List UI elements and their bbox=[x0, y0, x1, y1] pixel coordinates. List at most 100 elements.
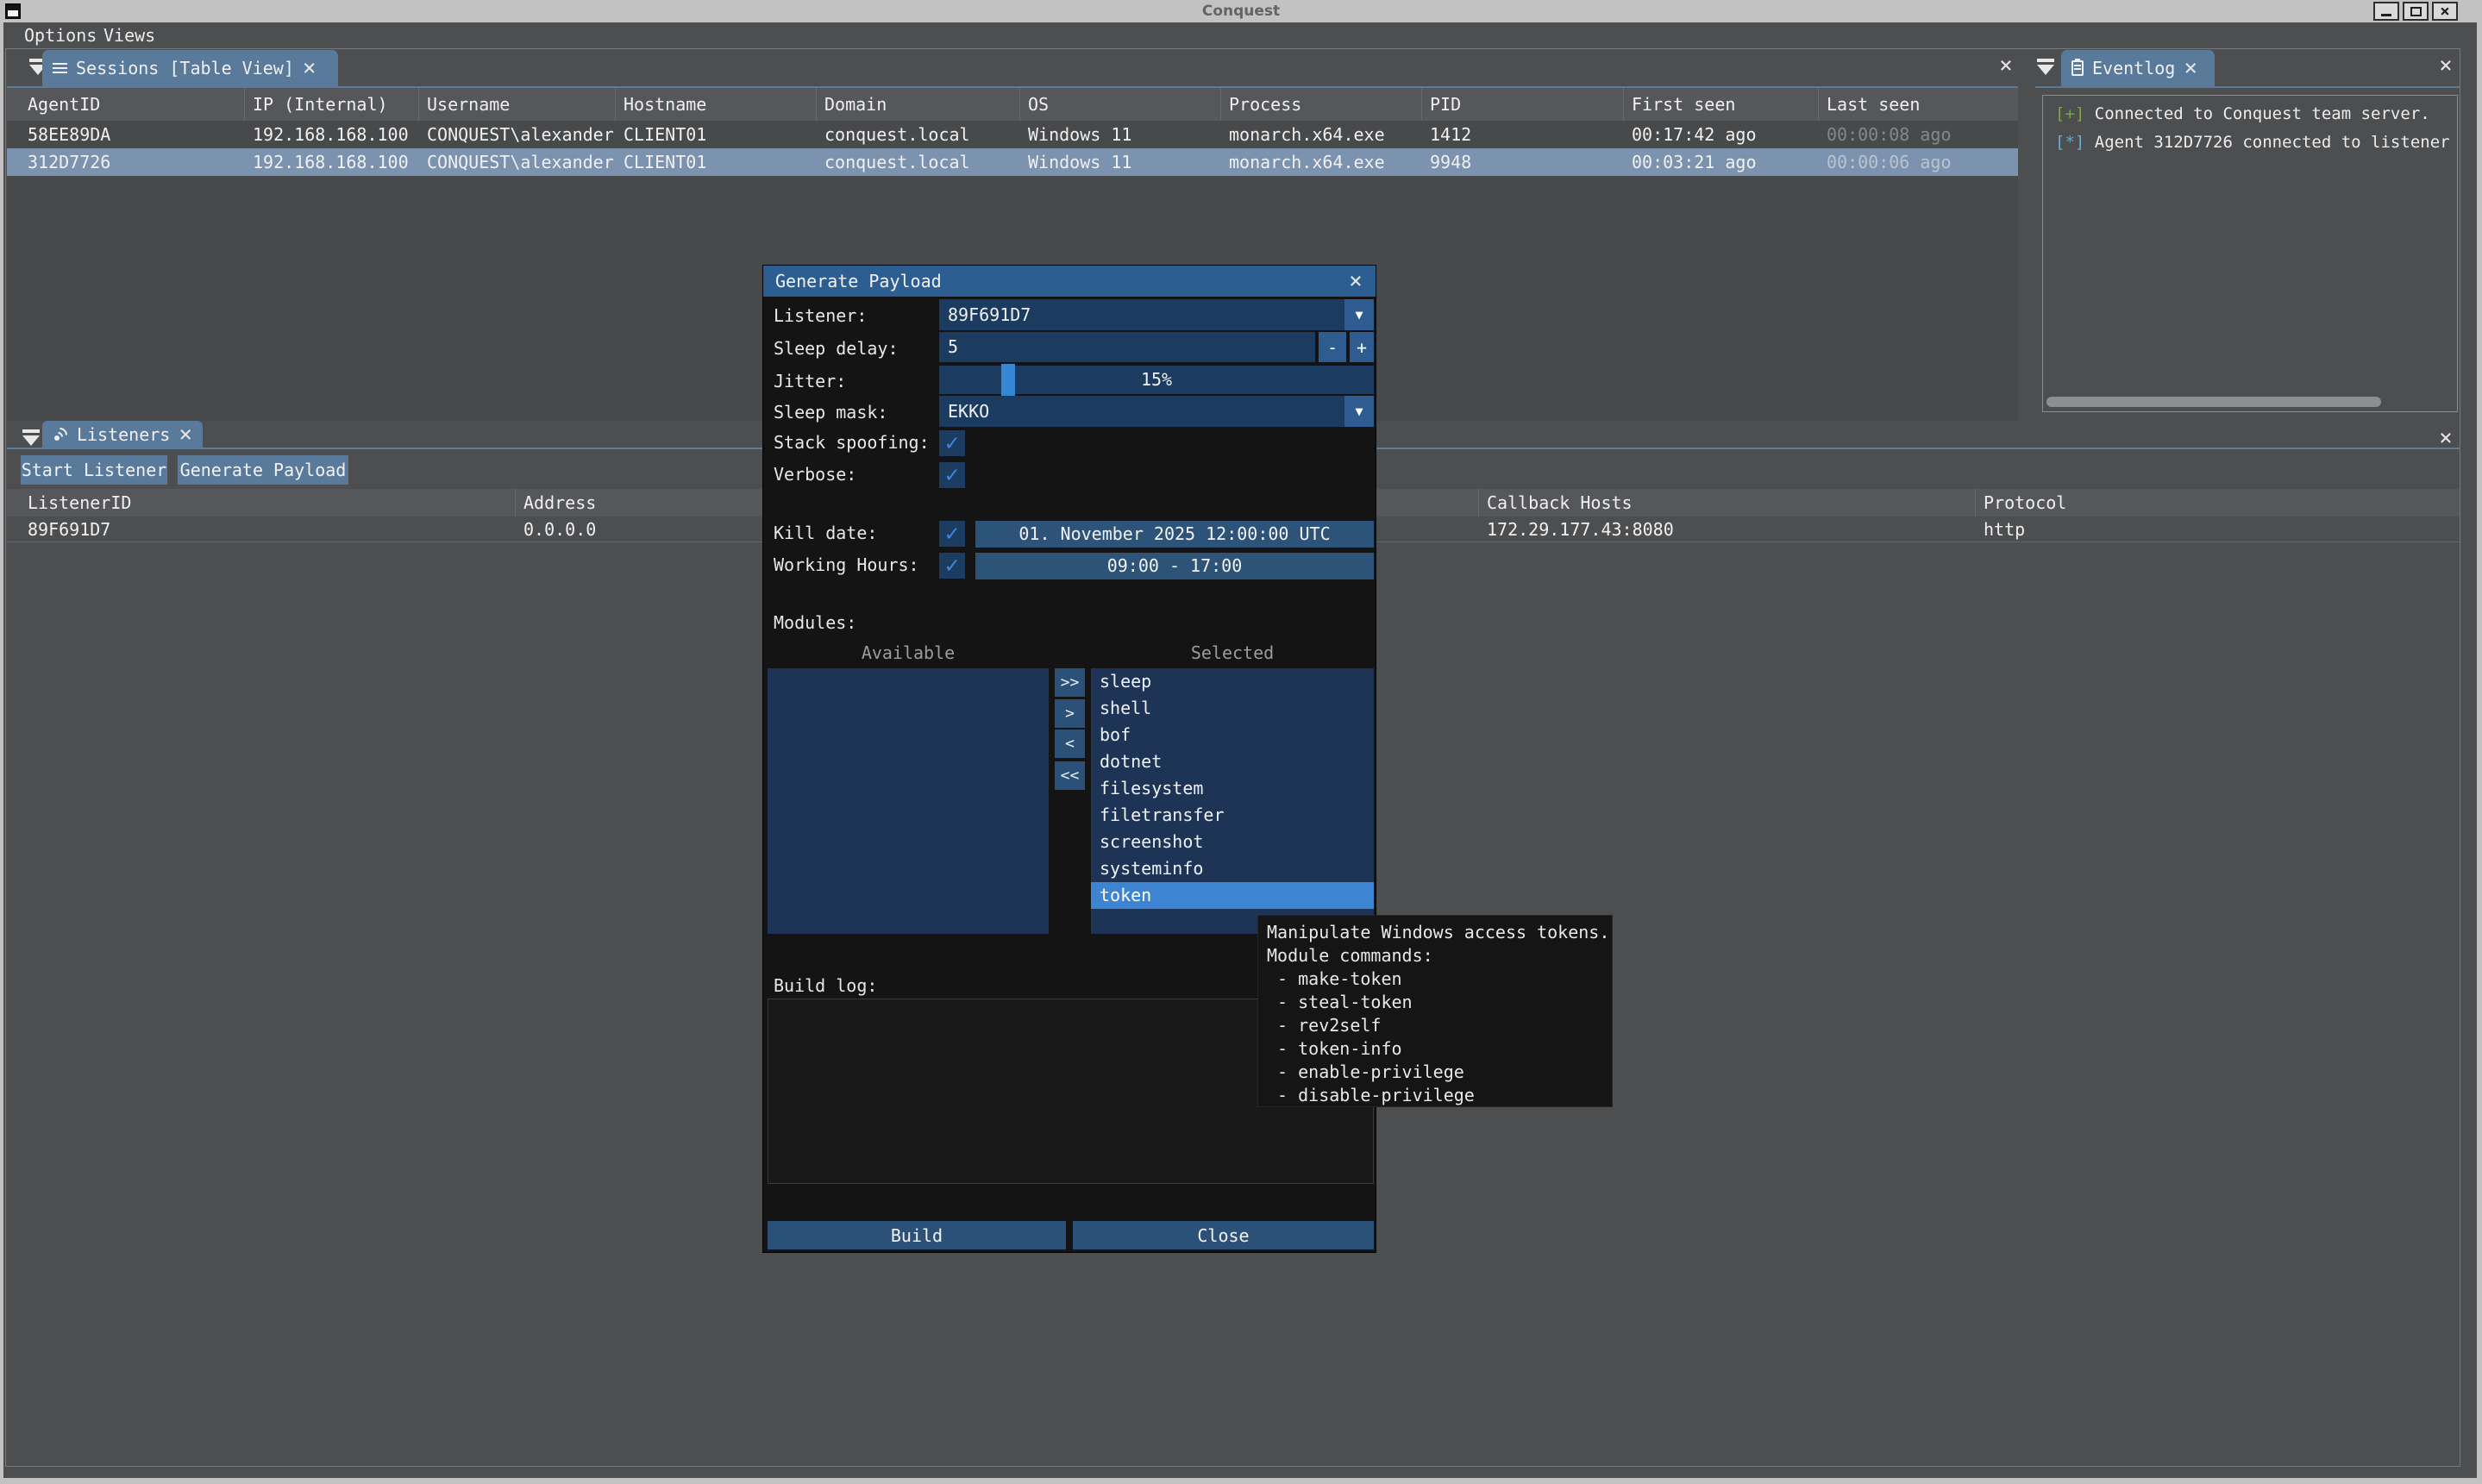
cell-domain: conquest.local bbox=[824, 148, 970, 176]
module-item[interactable]: filesystem bbox=[1091, 775, 1374, 802]
column-header-address[interactable]: Address bbox=[523, 489, 596, 517]
generate-payload-button[interactable]: Generate Payload bbox=[178, 455, 348, 485]
cell-listener-id: 89F691D7 bbox=[28, 517, 110, 542]
selected-modules-list[interactable]: sleep shell bof dotnet filesystem filetr… bbox=[1091, 668, 1374, 934]
column-header-protocol[interactable]: Protocol bbox=[1984, 489, 2066, 517]
check-icon: ✓ bbox=[945, 554, 959, 577]
modules-label: Modules: bbox=[774, 612, 856, 633]
listener-dropdown-arrow-icon[interactable]: ▼ bbox=[1344, 299, 1374, 330]
jitter-value: 15% bbox=[939, 366, 1374, 394]
module-item[interactable]: filetransfer bbox=[1091, 802, 1374, 829]
sleep-mask-dropdown-arrow-icon[interactable]: ▼ bbox=[1344, 396, 1374, 427]
listener-label: Listener: bbox=[774, 305, 867, 326]
move-all-right-button[interactable]: >> bbox=[1055, 668, 1085, 697]
sleep-delay-increment-button[interactable]: + bbox=[1350, 332, 1374, 362]
column-header-callback-hosts[interactable]: Callback Hosts bbox=[1487, 489, 1633, 517]
kill-date-checkbox[interactable]: ✓ bbox=[939, 521, 965, 547]
column-header-listenerid[interactable]: ListenerID bbox=[28, 489, 131, 517]
tab-listeners[interactable]: Listeners × bbox=[42, 421, 203, 448]
tab-sessions-close-icon[interactable]: × bbox=[303, 57, 317, 79]
module-tooltip: Manipulate Windows access tokens. Module… bbox=[1257, 915, 1613, 1107]
column-header-os[interactable]: OS bbox=[1028, 88, 1049, 121]
cell-process: monarch.x64.exe bbox=[1229, 121, 1385, 148]
listeners-panel-close-icon[interactable]: × bbox=[2434, 426, 2458, 450]
maximize-icon bbox=[2410, 7, 2422, 16]
eventlog-output: [+] Connected to Conquest team server. [… bbox=[2042, 95, 2458, 412]
start-listener-button[interactable]: Start Listener bbox=[21, 455, 167, 485]
column-header-username[interactable]: Username bbox=[427, 88, 510, 121]
session-row[interactable]: 58EE89DA 192.168.168.100 CONQUEST\alexan… bbox=[7, 121, 2018, 148]
menu-item-options[interactable]: Options bbox=[21, 25, 100, 46]
session-row-selected[interactable]: 312D7726 192.168.168.100 CONQUEST\alexan… bbox=[7, 148, 2018, 176]
listener-select[interactable]: 89F691D7 ▼ bbox=[939, 299, 1374, 330]
kill-date-field[interactable]: 01. November 2025 12:00:00 UTC bbox=[975, 521, 1374, 548]
window-titlebar[interactable]: Conquest × bbox=[0, 0, 2482, 22]
build-button[interactable]: Build bbox=[768, 1221, 1066, 1249]
tooltip-line: - make-token bbox=[1267, 967, 1603, 991]
satellite-icon bbox=[53, 427, 68, 442]
working-hours-checkbox[interactable]: ✓ bbox=[939, 553, 965, 579]
column-header-ip[interactable]: IP (Internal) bbox=[253, 88, 388, 121]
status-prefix-info: [*] bbox=[2055, 133, 2084, 152]
move-right-button[interactable]: > bbox=[1055, 699, 1085, 728]
eventlog-collapse-arrow-icon[interactable] bbox=[2035, 59, 2056, 76]
tooltip-line: Manipulate Windows access tokens. bbox=[1267, 921, 1603, 944]
dialog-close-icon[interactable]: × bbox=[1343, 266, 1369, 297]
module-item[interactable]: systeminfo bbox=[1091, 855, 1374, 882]
sleep-delay-label: Sleep delay: bbox=[774, 338, 899, 359]
column-header-domain[interactable]: Domain bbox=[824, 88, 887, 121]
tab-eventlog[interactable]: Eventlog × bbox=[2061, 50, 2215, 86]
available-modules-list[interactable] bbox=[768, 668, 1049, 934]
cell-username: CONQUEST\alexander bbox=[427, 148, 614, 176]
tab-listeners-close-icon[interactable]: × bbox=[179, 423, 192, 446]
close-button[interactable]: × bbox=[2432, 2, 2458, 21]
column-header-hostname[interactable]: Hostname bbox=[624, 88, 706, 121]
available-modules-label: Available bbox=[768, 642, 1049, 663]
status-prefix-success: [+] bbox=[2055, 104, 2084, 123]
check-icon: ✓ bbox=[945, 464, 959, 486]
tab-eventlog-close-icon[interactable]: × bbox=[2184, 57, 2197, 79]
move-left-button[interactable]: < bbox=[1055, 729, 1085, 758]
module-item[interactable]: dotnet bbox=[1091, 748, 1374, 775]
sessions-panel-close-icon[interactable]: × bbox=[1994, 53, 2018, 78]
minimize-button[interactable] bbox=[2373, 2, 2399, 21]
working-hours-field[interactable]: 09:00 - 17:00 bbox=[975, 553, 1374, 579]
column-header-last-seen[interactable]: Last seen bbox=[1827, 88, 1920, 121]
listeners-collapse-arrow-icon[interactable] bbox=[21, 429, 41, 447]
dialog-close-button[interactable]: Close bbox=[1073, 1221, 1374, 1249]
module-item[interactable]: shell bbox=[1091, 695, 1374, 722]
sleep-delay-decrement-button[interactable]: - bbox=[1319, 332, 1346, 362]
dialog-titlebar[interactable]: Generate Payload bbox=[763, 266, 1376, 297]
sessions-table-header: AgentID IP (Internal) Username Hostname … bbox=[7, 88, 2018, 121]
cell-last-seen: 00:00:08 ago bbox=[1827, 121, 1952, 148]
eventlog-tab-underline bbox=[2035, 86, 2460, 88]
window-frame-right bbox=[2477, 0, 2482, 1484]
module-item[interactable]: sleep bbox=[1091, 668, 1374, 695]
table-view-icon bbox=[53, 62, 67, 74]
cell-os: Windows 11 bbox=[1028, 148, 1131, 176]
cell-first-seen: 00:03:21 ago bbox=[1632, 148, 1757, 176]
column-header-process[interactable]: Process bbox=[1229, 88, 1301, 121]
menu-item-views[interactable]: Views bbox=[100, 25, 159, 46]
listener-selected-value: 89F691D7 bbox=[948, 304, 1031, 325]
jitter-slider[interactable]: 15% bbox=[939, 366, 1374, 394]
module-item[interactable]: screenshot bbox=[1091, 829, 1374, 855]
verbose-checkbox[interactable]: ✓ bbox=[939, 462, 965, 488]
tab-sessions[interactable]: Sessions [Table View] × bbox=[42, 50, 338, 86]
eventlog-horizontal-scrollbar[interactable] bbox=[2046, 397, 2381, 407]
column-header-pid[interactable]: PID bbox=[1430, 88, 1461, 121]
stack-spoofing-checkbox[interactable]: ✓ bbox=[939, 430, 965, 456]
module-item-highlighted[interactable]: token bbox=[1091, 882, 1374, 909]
sleep-delay-input[interactable]: 5 bbox=[939, 332, 1315, 362]
eventlog-panel-close-icon[interactable]: × bbox=[2434, 53, 2458, 78]
sleep-mask-select[interactable]: EKKO ▼ bbox=[939, 396, 1374, 427]
selected-modules-label: Selected bbox=[1091, 642, 1374, 663]
module-item[interactable]: bof bbox=[1091, 722, 1374, 748]
column-header-first-seen[interactable]: First seen bbox=[1632, 88, 1735, 121]
tooltip-line: - rev2self bbox=[1267, 1014, 1603, 1037]
menu-bar: Options Views bbox=[3, 22, 2477, 48]
maximize-button[interactable] bbox=[2403, 2, 2429, 21]
column-header-agentid[interactable]: AgentID bbox=[28, 88, 100, 121]
move-all-left-button[interactable]: << bbox=[1055, 761, 1085, 790]
window-frame-bottom bbox=[0, 1478, 2482, 1484]
